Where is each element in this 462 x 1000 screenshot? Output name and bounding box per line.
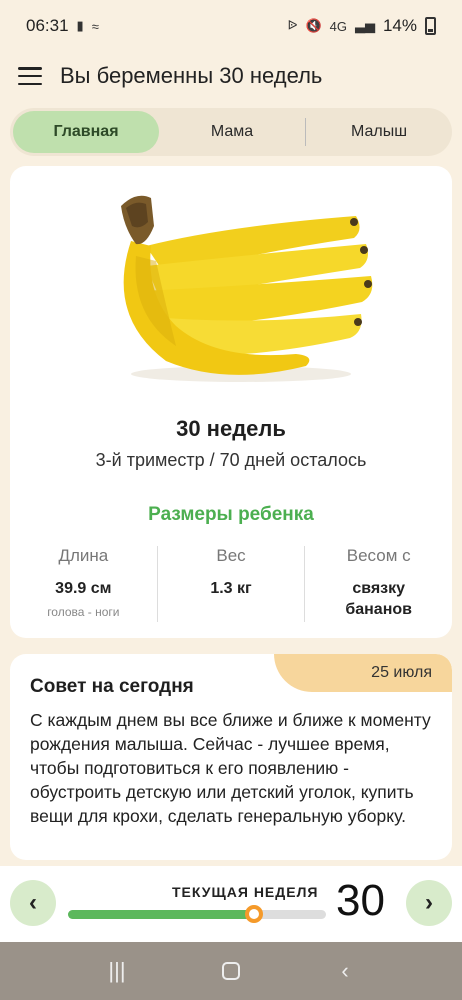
- stat-value: 1.3 кг: [210, 580, 252, 597]
- stat-value: связку бананов: [345, 580, 412, 618]
- status-left: 06:31 ▮ ≈: [26, 16, 99, 36]
- stat-label: Весом с: [346, 546, 411, 565]
- stat-label: Вес: [216, 546, 246, 565]
- next-week-button[interactable]: ›: [406, 880, 452, 926]
- bluetooth-icon: ᐉ: [287, 18, 298, 33]
- chevron-left-icon: ‹: [29, 889, 37, 916]
- week-title: 30 недель: [176, 416, 286, 441]
- stat-note: голова - ноги: [47, 605, 120, 619]
- stat-length: Длина 39.9 см голова - ноги: [10, 546, 157, 626]
- week-progress-bar[interactable]: [68, 905, 326, 923]
- current-week-number: 30: [336, 876, 385, 925]
- notification-alert-icon: ▮: [76, 18, 84, 33]
- progress-knob[interactable]: [244, 905, 263, 923]
- mute-icon: 🔇: [305, 18, 322, 33]
- page-title: Вы беременны 30 недель: [60, 63, 323, 88]
- back-icon[interactable]: ‹: [325, 958, 365, 984]
- baby-sizes-title: Размеры ребенка: [148, 504, 314, 525]
- status-time: 06:31: [26, 16, 69, 35]
- tip-title: Совет на сегодня: [30, 676, 194, 697]
- tab-home[interactable]: Главная: [13, 111, 159, 153]
- daily-tip-card: 25 июля Совет на сегодня С каждым днем в…: [10, 654, 452, 860]
- signal-bars-icon: ▃▅: [354, 18, 375, 33]
- stat-compare: Весом с связку бананов: [305, 546, 452, 626]
- app-bar: Вы беременны 30 недель: [0, 52, 462, 100]
- chevron-right-icon: ›: [425, 889, 433, 916]
- battery-percent: 14%: [382, 16, 417, 35]
- stat-value: 39.9 см: [55, 580, 112, 597]
- battery-icon: [425, 17, 436, 35]
- network-type-icon: 4G: [329, 18, 347, 34]
- tab-mother[interactable]: Мама: [159, 111, 305, 153]
- week-info-card: 30 недель 3-й триместр / 70 дней осталос…: [10, 166, 452, 638]
- week-navigator: ‹ ТЕКУЩАЯ НЕДЕЛЯ 30 ›: [0, 866, 462, 942]
- system-navigation-bar: ||| ‹: [0, 942, 462, 1000]
- previous-week-button[interactable]: ‹: [10, 880, 56, 926]
- tab-baby[interactable]: Малыш: [306, 111, 452, 153]
- current-week-label: ТЕКУЩАЯ НЕДЕЛЯ: [172, 884, 319, 900]
- home-icon: [222, 962, 240, 980]
- banana-image: [106, 186, 376, 386]
- progress-fill: [68, 910, 254, 919]
- stat-label: Длина: [58, 546, 109, 565]
- recent-apps-icon[interactable]: |||: [97, 958, 137, 984]
- stat-weight: Вес 1.3 кг: [158, 546, 305, 626]
- signal-scribble-icon: ≈: [91, 18, 99, 34]
- trimester-subtitle: 3-й триместр / 70 дней осталось: [95, 450, 367, 470]
- home-button[interactable]: [211, 962, 251, 980]
- status-right: ᐉ 🔇 4G ▃▅ 14%: [287, 16, 436, 36]
- tab-bar: Главная Мама Малыш: [10, 108, 452, 156]
- status-bar: 06:31 ▮ ≈ ᐉ 🔇 4G ▃▅ 14%: [0, 0, 462, 52]
- date-badge: 25 июля: [274, 654, 452, 692]
- hamburger-menu-icon[interactable]: [18, 67, 42, 85]
- tip-text: С каждым днем вы все ближе и ближе к мом…: [30, 710, 431, 826]
- baby-stats: Длина 39.9 см голова - ноги Вес 1.3 кг В…: [10, 546, 452, 626]
